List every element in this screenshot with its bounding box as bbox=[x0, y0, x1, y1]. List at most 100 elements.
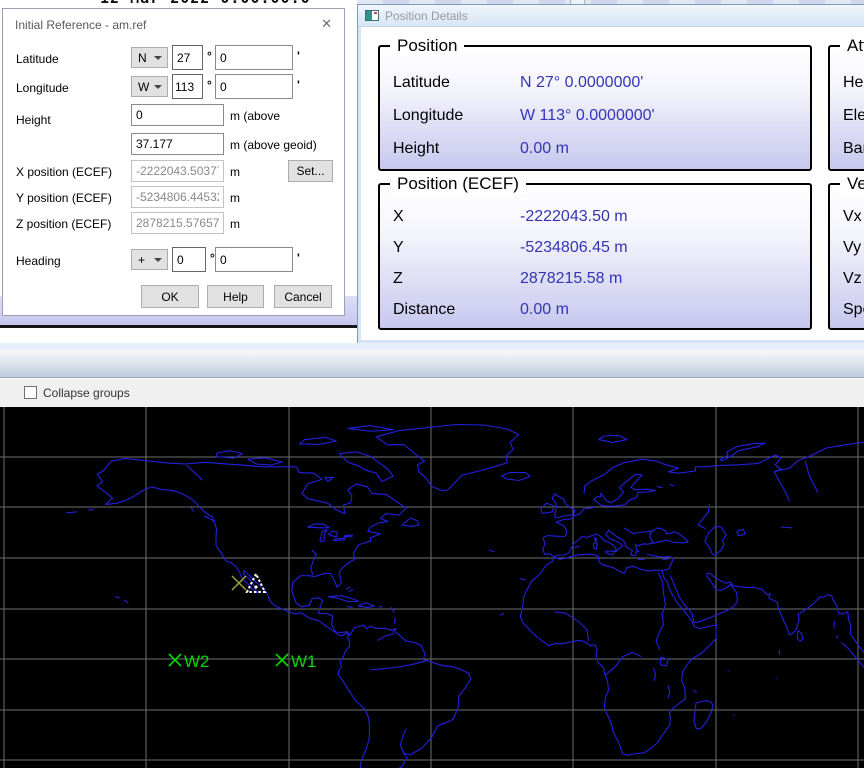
height-input[interactable] bbox=[131, 104, 224, 126]
detail-row: Speed bbox=[830, 294, 864, 325]
heading-label: Heading bbox=[16, 254, 61, 268]
detail-label: Bank bbox=[830, 140, 864, 158]
chevron-down-icon bbox=[154, 56, 162, 60]
y-ecef-unit: m bbox=[230, 191, 240, 205]
latitude-degrees-input[interactable] bbox=[172, 45, 203, 70]
detail-label: Longitude bbox=[380, 107, 520, 125]
window-icon bbox=[365, 10, 379, 21]
coastlines-layer bbox=[66, 425, 864, 768]
detail-row: Y-5234806.45 m bbox=[380, 232, 810, 263]
detail-label: Vz bbox=[830, 270, 864, 288]
detail-label: Y bbox=[380, 239, 520, 257]
height-geoid-input[interactable] bbox=[131, 133, 224, 155]
map-view[interactable]: W1 W2 bbox=[0, 407, 864, 768]
waypoint-W2[interactable]: W2 bbox=[169, 652, 210, 671]
z-ecef-label: Z position (ECEF) bbox=[16, 217, 111, 231]
map-toolbar: Collapse groups bbox=[0, 379, 864, 407]
longitude-label: Longitude bbox=[16, 81, 69, 95]
detail-label: Speed bbox=[830, 301, 864, 319]
detail-row: LongitudeW 113° 0.0000000' bbox=[380, 99, 810, 132]
height-geoid-unit-label: m (above geoid) bbox=[230, 138, 317, 152]
background-window-timestamp: 12-Mar-2022 0:00:00.0 bbox=[100, 0, 311, 7]
collapse-groups-label: Collapse groups bbox=[43, 386, 130, 400]
z-ecef-input bbox=[131, 212, 224, 234]
help-button[interactable]: Help bbox=[207, 285, 264, 308]
collapse-groups-checkbox[interactable] bbox=[24, 386, 37, 399]
detail-value: 0.00 m bbox=[520, 140, 569, 158]
detail-value: N 27° 0.0000000' bbox=[520, 74, 643, 92]
chevron-down-icon bbox=[154, 85, 162, 89]
x-ecef-unit: m bbox=[230, 165, 240, 179]
longitude-minute-symbol: ' bbox=[297, 78, 300, 92]
position-details-titlebar[interactable]: Position Details bbox=[358, 5, 864, 27]
detail-row: Distance0.00 m bbox=[380, 294, 810, 325]
position-details-body: PositionLatitudeN 27° 0.0000000'Longitud… bbox=[358, 27, 864, 343]
detail-row: Heading bbox=[830, 66, 864, 99]
group-title: Attitude bbox=[840, 36, 864, 56]
group-box-attitude: AttitudeHeadingElevationBank bbox=[828, 45, 864, 171]
close-icon[interactable]: ✕ bbox=[321, 16, 332, 32]
reference-marker bbox=[232, 576, 246, 590]
waypoint-W1[interactable]: W1 bbox=[276, 652, 317, 671]
detail-label: Latitude bbox=[380, 74, 520, 92]
latitude-label: Latitude bbox=[16, 52, 59, 66]
longitude-hemisphere-select[interactable]: W bbox=[131, 76, 168, 97]
detail-label: Vx bbox=[830, 208, 864, 226]
heading-sign-select[interactable]: + bbox=[131, 249, 168, 270]
detail-label: Heading bbox=[830, 74, 864, 92]
heading-minutes-input[interactable] bbox=[215, 247, 293, 272]
latitude-degree-symbol: ° bbox=[207, 49, 212, 63]
detail-row: Z2878215.58 m bbox=[380, 263, 810, 294]
set-button[interactable]: Set... bbox=[288, 160, 333, 182]
group-box-position: PositionLatitudeN 27° 0.0000000'Longitud… bbox=[378, 45, 812, 171]
background-window-clipped-title: 12-Mar-2022 0:00:00.0 bbox=[0, 0, 360, 8]
detail-label: Vy bbox=[830, 239, 864, 257]
heading-sign-value: + bbox=[138, 253, 145, 267]
window-separator-strip bbox=[0, 343, 864, 350]
detail-row: Elevation bbox=[830, 99, 864, 132]
latitude-hemisphere-value: N bbox=[138, 51, 147, 65]
ok-button[interactable]: OK bbox=[141, 285, 199, 308]
detail-value: -2222043.50 m bbox=[520, 208, 628, 226]
y-ecef-input bbox=[131, 186, 224, 208]
detail-row: Bank bbox=[830, 132, 864, 165]
grid-layer bbox=[0, 407, 864, 768]
waypoint-label: W1 bbox=[291, 652, 317, 671]
screen: 12-Mar-2022 0:00:00.0 Initial Reference … bbox=[0, 0, 864, 768]
detail-label: Distance bbox=[380, 301, 520, 319]
detail-value: W 113° 0.0000000' bbox=[520, 107, 655, 125]
detail-label: Height bbox=[380, 140, 520, 158]
heading-degrees-input[interactable] bbox=[172, 247, 206, 272]
height-label: Height bbox=[16, 113, 51, 127]
world-map: W1 W2 bbox=[0, 407, 864, 768]
group-title: Position (ECEF) bbox=[390, 174, 526, 194]
z-ecef-unit: m bbox=[230, 217, 240, 231]
map-window-titlebar-band[interactable] bbox=[0, 350, 864, 378]
heading-minute-symbol: ' bbox=[297, 251, 300, 265]
detail-row: Height0.00 m bbox=[380, 132, 810, 165]
y-ecef-label: Y position (ECEF) bbox=[16, 191, 112, 205]
longitude-degrees-input[interactable] bbox=[172, 74, 203, 99]
position-details-window: Position Details PositionLatitudeN 27° 0… bbox=[357, 4, 864, 343]
x-ecef-label: X position (ECEF) bbox=[16, 165, 112, 179]
group-title: Position bbox=[390, 36, 464, 56]
waypoint-label: W2 bbox=[184, 652, 210, 671]
longitude-hemisphere-value: W bbox=[138, 80, 149, 94]
initial-reference-dialog: Initial Reference - am.ref ✕ Latitude N … bbox=[2, 8, 345, 316]
latitude-minutes-input[interactable] bbox=[215, 45, 293, 70]
chevron-down-icon bbox=[154, 258, 162, 262]
detail-row: Vz bbox=[830, 263, 864, 294]
detail-value: 2878215.58 m bbox=[520, 270, 622, 288]
cancel-button[interactable]: Cancel bbox=[274, 285, 332, 308]
dialog-title[interactable]: Initial Reference - am.ref bbox=[15, 18, 146, 32]
detail-label: Elevation bbox=[830, 107, 864, 125]
detail-row: Vy bbox=[830, 232, 864, 263]
height-unit-label: m (above bbox=[230, 109, 280, 123]
longitude-degree-symbol: ° bbox=[207, 78, 212, 92]
longitude-minutes-input[interactable] bbox=[215, 74, 293, 99]
group-box-velocity: VelocityVxVyVzSpeed bbox=[828, 183, 864, 330]
latitude-hemisphere-select[interactable]: N bbox=[131, 47, 168, 68]
detail-value: -5234806.45 m bbox=[520, 239, 628, 257]
detail-label: X bbox=[380, 208, 520, 226]
detail-value: 0.00 m bbox=[520, 301, 569, 319]
